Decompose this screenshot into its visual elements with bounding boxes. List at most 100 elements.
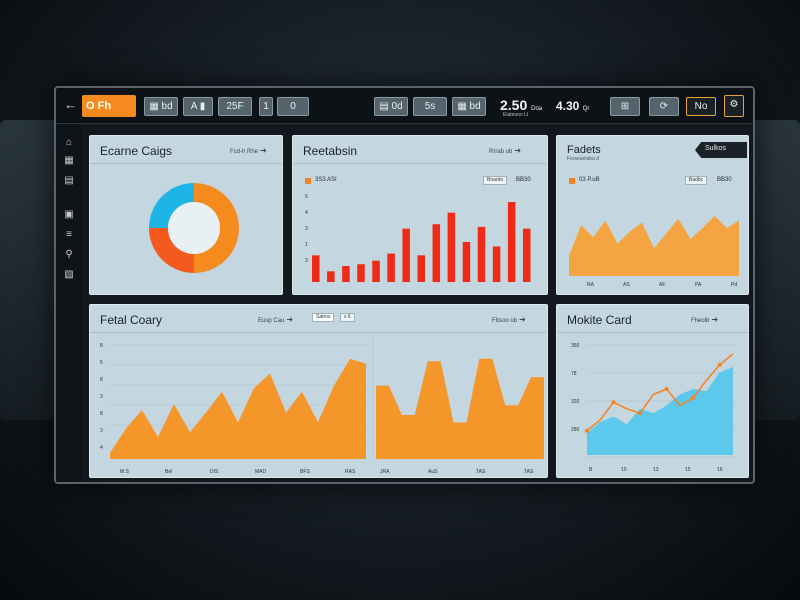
metric-1-value: 2.50 Doa bbox=[500, 97, 543, 113]
bar bbox=[492, 246, 501, 282]
dashboard-window: ← O Fh ▦ bd A ▮ 25F 1 0 ▤ 0d 5s ▦ bd 2.5… bbox=[54, 86, 755, 484]
x-tick-label: AS bbox=[623, 282, 630, 288]
background-panel-left bbox=[0, 120, 60, 420]
x-tick-label: DIS bbox=[210, 469, 219, 475]
y-tick-label: 4 bbox=[100, 445, 103, 451]
bar-icon: ▮ bbox=[196, 101, 206, 112]
bar bbox=[447, 212, 456, 282]
line-point bbox=[691, 395, 696, 400]
line-point bbox=[638, 411, 643, 416]
y-tick-label: 3 bbox=[305, 258, 308, 264]
x-tick-label: 10 bbox=[621, 467, 627, 473]
line-point bbox=[664, 387, 669, 391]
area-series bbox=[587, 367, 733, 455]
notification-button[interactable]: No bbox=[686, 97, 716, 116]
toolbar-button-8[interactable]: ▦ bd bbox=[452, 97, 486, 116]
bar bbox=[507, 202, 516, 282]
step-area-series bbox=[376, 358, 544, 459]
bar bbox=[432, 224, 441, 282]
y-tick-label: 8 bbox=[100, 343, 103, 349]
x-tick-label: Bel bbox=[165, 469, 172, 475]
area-small-card: Fadets Ferseuelaba d Sulkos 03 P.uB Badb… bbox=[556, 135, 749, 295]
y-tick-label: 5 bbox=[100, 360, 103, 366]
mixed-chart: 350 78 320 280 B 10 13 15 16 bbox=[571, 343, 737, 473]
sidebar: ⌂ ▦ ▤ ▣ ≡ ⚲ ▧ bbox=[56, 124, 82, 482]
settings-icon[interactable]: ⚙ bbox=[724, 95, 744, 117]
bar bbox=[342, 266, 350, 282]
toolbar-button-5[interactable]: 0 bbox=[277, 97, 309, 116]
refresh-icon[interactable]: ⟳ bbox=[649, 97, 679, 116]
back-arrow-icon[interactable]: ← bbox=[64, 98, 78, 112]
home-icon[interactable]: ⌂ bbox=[64, 138, 74, 148]
x-tick-label: Pd bbox=[731, 282, 737, 288]
layers-icon[interactable]: ≡ bbox=[64, 230, 74, 240]
y-tick-label: 3 bbox=[100, 428, 103, 434]
line-point bbox=[611, 400, 616, 405]
y-tick-label: 8 bbox=[100, 411, 103, 417]
line-point bbox=[717, 362, 722, 367]
bar bbox=[327, 271, 335, 282]
pin-icon[interactable]: ⚲ bbox=[64, 250, 74, 260]
bar bbox=[417, 255, 426, 282]
x-tick-label: AuS bbox=[428, 469, 438, 475]
bar bbox=[372, 260, 380, 282]
bar-card: Reetabsin Rrrab ub ➜ 3S3 ASI Boarde BB30 … bbox=[292, 135, 548, 295]
x-tick-label: 15 bbox=[685, 467, 691, 473]
x-tick-label: 16 bbox=[717, 467, 723, 473]
y-tick-label: 5 bbox=[305, 194, 308, 200]
area-chart-small: RA AS AF PA Pd bbox=[569, 216, 739, 288]
donut-card: Ecarne Caigs Fcd-h Rhe ➜ bbox=[89, 135, 283, 295]
doc-icon[interactable]: ▧ bbox=[64, 270, 74, 280]
table-icon[interactable]: ▤ bbox=[64, 176, 74, 186]
toolbar-button-3[interactable]: 25F bbox=[218, 97, 252, 116]
toolbar-button-4[interactable]: 1 bbox=[259, 97, 273, 116]
toolbar-button-1[interactable]: ▦ bd bbox=[144, 97, 178, 116]
toolbar-button-2[interactable]: A ▮ bbox=[183, 97, 213, 116]
toolbar-button-6[interactable]: ▤ 0d bbox=[374, 97, 408, 116]
x-tick-label: BFS bbox=[300, 469, 310, 475]
y-tick-label: 4 bbox=[305, 210, 308, 216]
y-tick-label: 320 bbox=[571, 399, 580, 405]
bar-chart: 5 4 3 1 3 bbox=[305, 194, 531, 282]
x-tick-label: AF bbox=[659, 282, 665, 288]
grid-icon: ▦ bbox=[149, 101, 162, 112]
area-series bbox=[110, 358, 366, 459]
y-tick-label: 1 bbox=[305, 242, 308, 248]
x-tick-label: RAS bbox=[345, 469, 356, 475]
x-tick-label: PA bbox=[695, 282, 702, 288]
y-tick-label: 3 bbox=[305, 226, 308, 232]
brand-label: O Fh bbox=[86, 100, 112, 112]
bar bbox=[387, 253, 395, 282]
donut-hole bbox=[168, 202, 220, 254]
area-chart-large: 8 5 8 3 8 3 4 M.S Bel DIS MAD BFS RAS JRA AuS TAS TAS bbox=[100, 335, 544, 475]
y-tick-label: 3 bbox=[100, 394, 103, 400]
x-tick-label: M.S bbox=[120, 469, 130, 475]
x-tick-label: MAD bbox=[255, 469, 267, 475]
line-point bbox=[585, 428, 589, 433]
area-series bbox=[569, 216, 739, 276]
mixed-card: Mokite Card Fheolb ➜ 350 78 320 280 B 10 13 15 16 bbox=[556, 304, 749, 478]
x-tick-label: 13 bbox=[653, 467, 659, 473]
metric-2-value: 4.30 Qr bbox=[556, 99, 590, 113]
area-large-card: Fetal Coary Eusp Cau ➜ Satros x 6 Fbsoo u… bbox=[89, 304, 548, 478]
bar bbox=[477, 226, 486, 282]
folder-icon[interactable]: ▣ bbox=[64, 210, 74, 220]
y-tick-label: 350 bbox=[571, 343, 580, 349]
bar bbox=[312, 255, 320, 282]
donut-chart bbox=[149, 183, 239, 273]
top-toolbar: ← O Fh ▦ bd A ▮ 25F 1 0 ▤ 0d 5s ▦ bd 2.5… bbox=[56, 88, 753, 124]
grid-icon[interactable]: ▦ bbox=[64, 156, 74, 166]
y-tick-label: 78 bbox=[571, 371, 577, 377]
x-tick-label: TAS bbox=[524, 469, 534, 475]
bars-icon: ▦ bbox=[457, 101, 470, 112]
bar bbox=[357, 264, 365, 282]
toolbar-button-7[interactable]: 5s bbox=[413, 97, 447, 116]
y-tick-label: 280 bbox=[571, 427, 580, 433]
brand-button[interactable]: O Fh bbox=[82, 95, 136, 117]
metric-1-caption: Elateuoo Lt bbox=[503, 112, 529, 118]
grid-icon[interactable]: ⊞ bbox=[610, 97, 640, 116]
bar bbox=[522, 228, 531, 282]
bar bbox=[462, 242, 471, 282]
x-tick-label: RA bbox=[587, 282, 595, 288]
chart-icon: ▤ bbox=[379, 101, 392, 112]
